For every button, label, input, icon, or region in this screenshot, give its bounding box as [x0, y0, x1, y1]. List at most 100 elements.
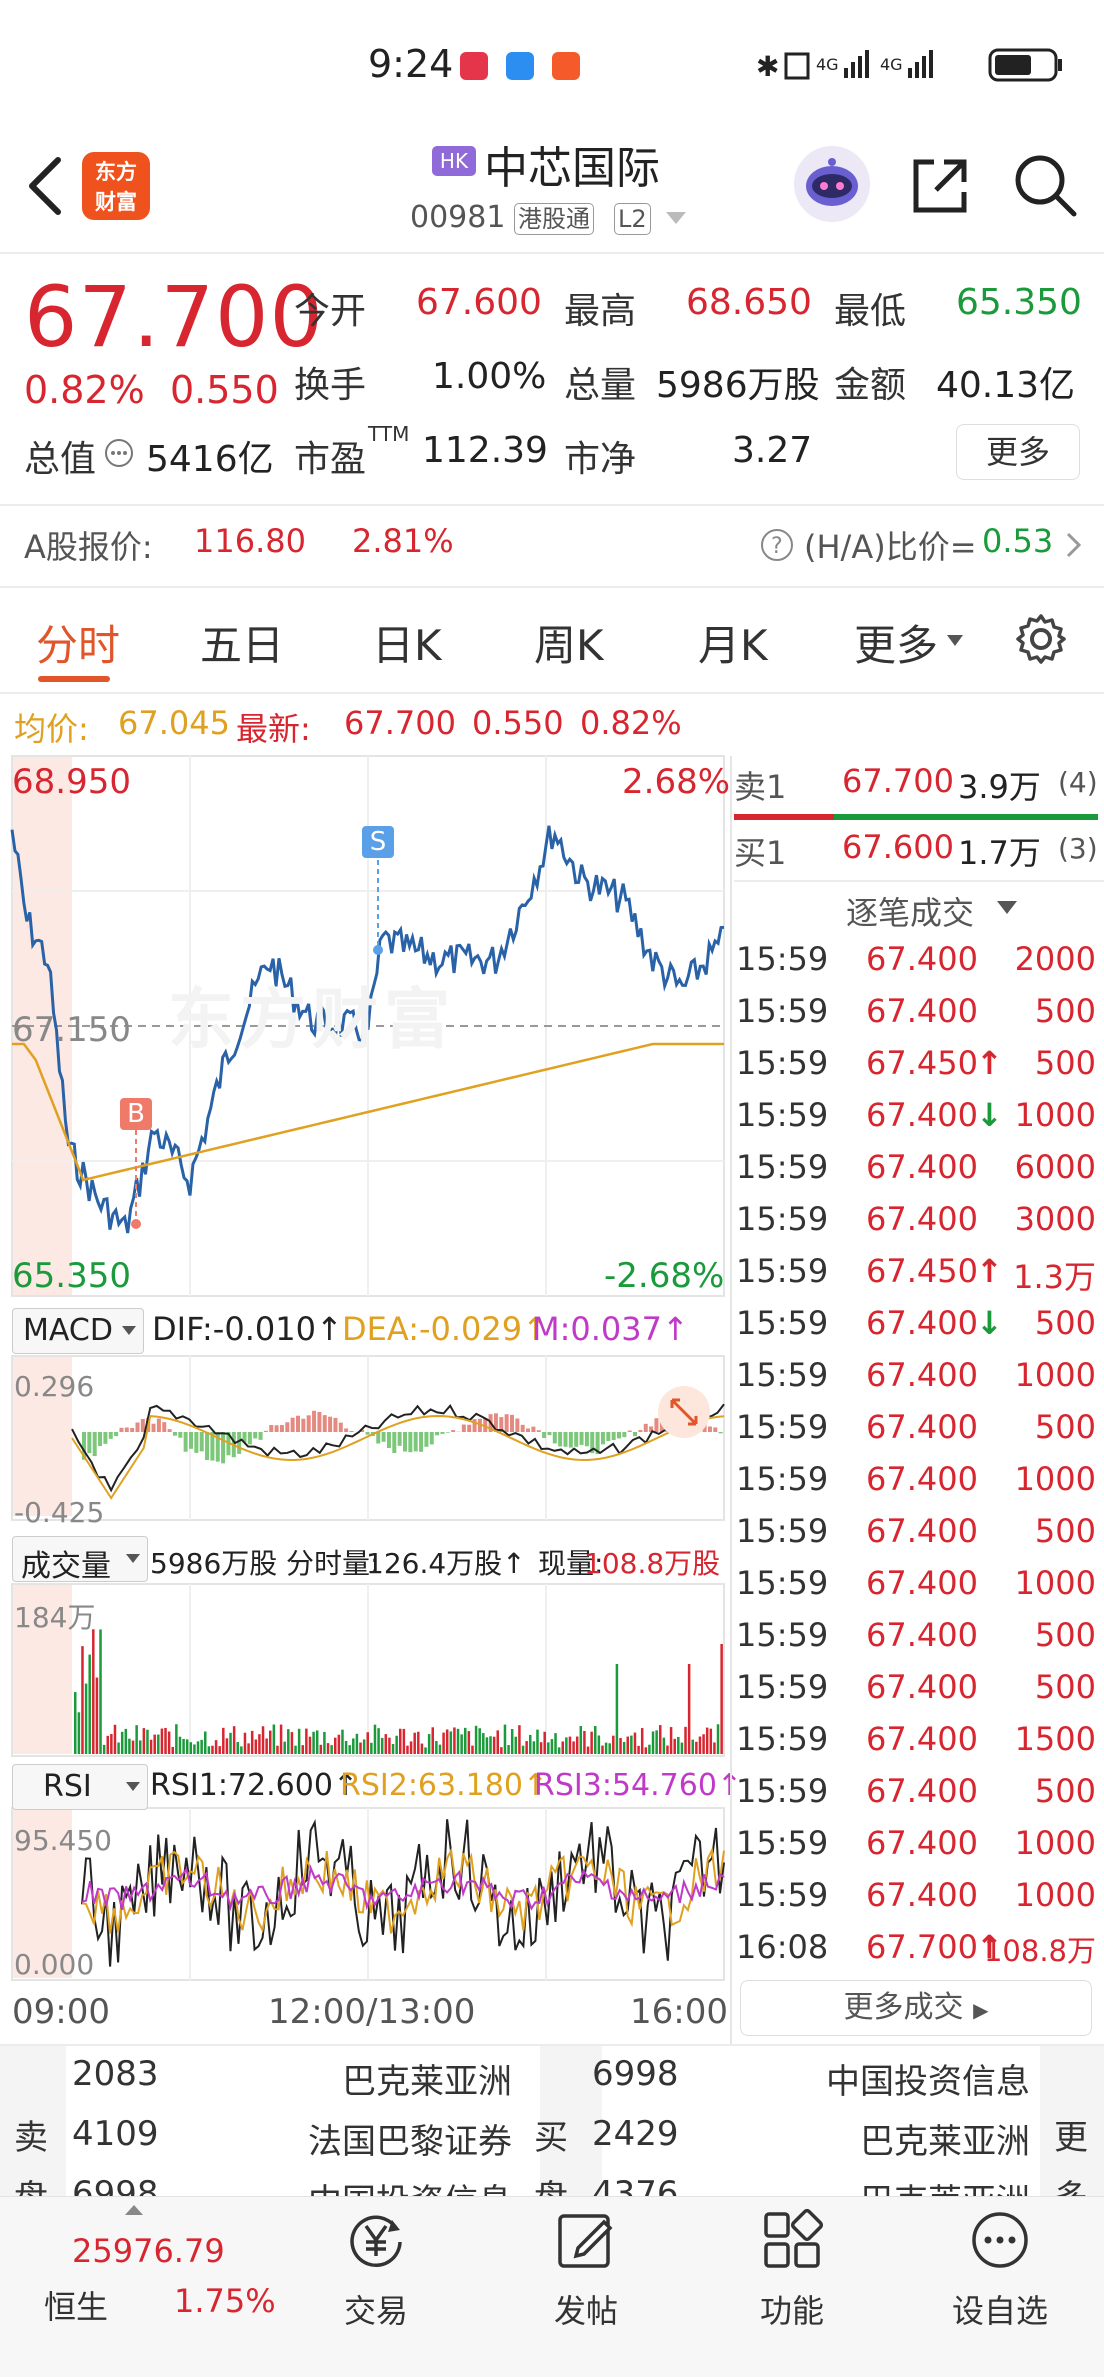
nav-post[interactable]: 发帖	[506, 2286, 666, 2332]
broker-name[interactable]: 法国巴黎证券	[296, 2114, 512, 2163]
volume-bar	[432, 1727, 435, 1754]
nav-functions[interactable]: 功能	[712, 2286, 872, 2332]
search-icon[interactable]	[1012, 152, 1078, 218]
volume-bar	[208, 1746, 211, 1754]
macd-bar	[141, 1419, 145, 1432]
dropdown-triangle-icon[interactable]	[996, 900, 1018, 916]
macd-bar	[280, 1425, 284, 1432]
svg-text:4G: 4G	[880, 55, 903, 74]
caret-right-icon: ▶	[973, 1998, 988, 2022]
broker-name[interactable]: 巴克莱亚洲	[790, 2114, 1030, 2163]
back-arrow-icon[interactable]	[22, 150, 66, 222]
volume-bar	[536, 1730, 539, 1754]
volume-bar	[327, 1743, 330, 1754]
volume-bar	[605, 1743, 608, 1754]
rsi-selector[interactable]: RSI	[12, 1764, 148, 1810]
tab-intraday[interactable]: 分时	[36, 612, 120, 673]
macd-bar	[152, 1424, 156, 1432]
macd-bar	[435, 1432, 439, 1435]
tab-weekly-k[interactable]: 周K	[534, 612, 604, 673]
broker-id[interactable]: 6998	[592, 2054, 679, 2094]
expand-icon[interactable]	[656, 1384, 712, 1440]
volume-bar	[157, 1735, 160, 1754]
volume-bar	[153, 1735, 156, 1754]
broker-id[interactable]: 2429	[592, 2114, 679, 2154]
functions-grid-icon[interactable]	[760, 2208, 824, 2272]
high-value: 68.650	[686, 282, 812, 323]
volume-bar	[294, 1746, 297, 1754]
chevron-right-icon[interactable]	[1064, 530, 1084, 560]
volume-bar	[475, 1726, 478, 1754]
volume-bar	[226, 1738, 229, 1754]
volume-bar	[713, 1742, 716, 1754]
trade-price: 67.400	[866, 1460, 978, 1498]
post-edit-icon[interactable]	[554, 2208, 618, 2272]
info-dots-icon[interactable]	[104, 438, 134, 468]
broker-id[interactable]: 2083	[72, 2054, 159, 2094]
trade-volume: 1000	[1015, 1356, 1096, 1394]
tab-five-day[interactable]: 五日	[200, 612, 284, 673]
sell-marker[interactable]: S	[362, 826, 394, 858]
trade-time: 15:59	[736, 1460, 828, 1498]
macd-bar	[617, 1432, 621, 1438]
macd-bar	[136, 1423, 140, 1432]
broker-name[interactable]: 中国投资信息	[790, 2054, 1030, 2103]
trade-yen-icon[interactable]	[344, 2208, 408, 2272]
chart-y-low: 65.350	[12, 1256, 131, 1296]
more-quote-button[interactable]: 更多	[956, 424, 1080, 480]
macd-bar	[515, 1418, 519, 1432]
volume-bar	[543, 1732, 546, 1754]
dropdown-triangle-icon	[946, 634, 964, 648]
macd-bar	[248, 1432, 252, 1444]
dropdown-triangle-icon[interactable]	[664, 210, 688, 228]
volume-selector[interactable]: 成交量	[12, 1536, 148, 1582]
more-dots-icon[interactable]	[968, 2208, 1032, 2272]
volume-bar	[471, 1746, 474, 1754]
assistant-robot-icon[interactable]	[794, 146, 870, 222]
latest-change: 0.550	[472, 704, 564, 742]
tab-more[interactable]: 更多	[854, 612, 938, 673]
settings-gear-icon[interactable]	[1014, 612, 1068, 666]
volume-bar	[233, 1726, 236, 1754]
pe-label: 市盈	[294, 430, 366, 482]
nav-trade[interactable]: 交易	[296, 2286, 456, 2332]
volume-bar	[500, 1747, 503, 1754]
index-percent[interactable]: 1.75%	[174, 2282, 276, 2320]
trade-price: 67.700	[866, 1928, 978, 1966]
volume-bar	[399, 1729, 402, 1754]
volume-bar	[103, 1745, 106, 1754]
buy-marker[interactable]: B	[120, 1098, 152, 1130]
volume-bar	[482, 1733, 485, 1754]
volume-bar	[338, 1735, 341, 1754]
tab-daily-k[interactable]: 日K	[372, 612, 442, 673]
help-icon[interactable]: ?	[760, 528, 794, 562]
macd-selector[interactable]: MACD	[12, 1308, 144, 1354]
nav-add-watchlist[interactable]: 设自选	[920, 2286, 1080, 2332]
trade-price: 67.400	[866, 1356, 978, 1394]
macd-bar	[644, 1424, 648, 1432]
volume-bar	[255, 1739, 257, 1754]
volume-bar	[99, 1629, 102, 1754]
tab-monthly-k[interactable]: 月K	[698, 612, 768, 673]
macd-bar	[446, 1432, 450, 1433]
trade-time: 15:59	[736, 1824, 828, 1862]
macd-bar	[462, 1425, 466, 1432]
logo-text: 财富	[82, 187, 150, 217]
stock-connect-tag: 港股通	[514, 203, 594, 235]
more-trades-button[interactable]: 更多成交 ▶	[740, 1980, 1092, 2036]
volume-bar	[478, 1728, 481, 1754]
more-trades-label: 更多成交	[844, 1990, 964, 2025]
broker-id[interactable]: 4109	[72, 2114, 159, 2154]
volume-bar	[529, 1735, 532, 1754]
index-name[interactable]: 恒生	[44, 2282, 108, 2328]
trades-title[interactable]: 逐笔成交	[846, 888, 974, 934]
broker-name[interactable]: 巴克莱亚洲	[296, 2054, 512, 2103]
volume-bar	[392, 1744, 395, 1754]
trade-price: 67.400	[866, 1304, 978, 1342]
macd-bar	[125, 1428, 129, 1432]
volume-bar	[421, 1744, 424, 1754]
trade-price: 67.400	[866, 1772, 978, 1810]
share-icon[interactable]	[908, 154, 972, 218]
index-value[interactable]: 25976.79	[72, 2232, 225, 2270]
macd-bar	[162, 1422, 166, 1432]
